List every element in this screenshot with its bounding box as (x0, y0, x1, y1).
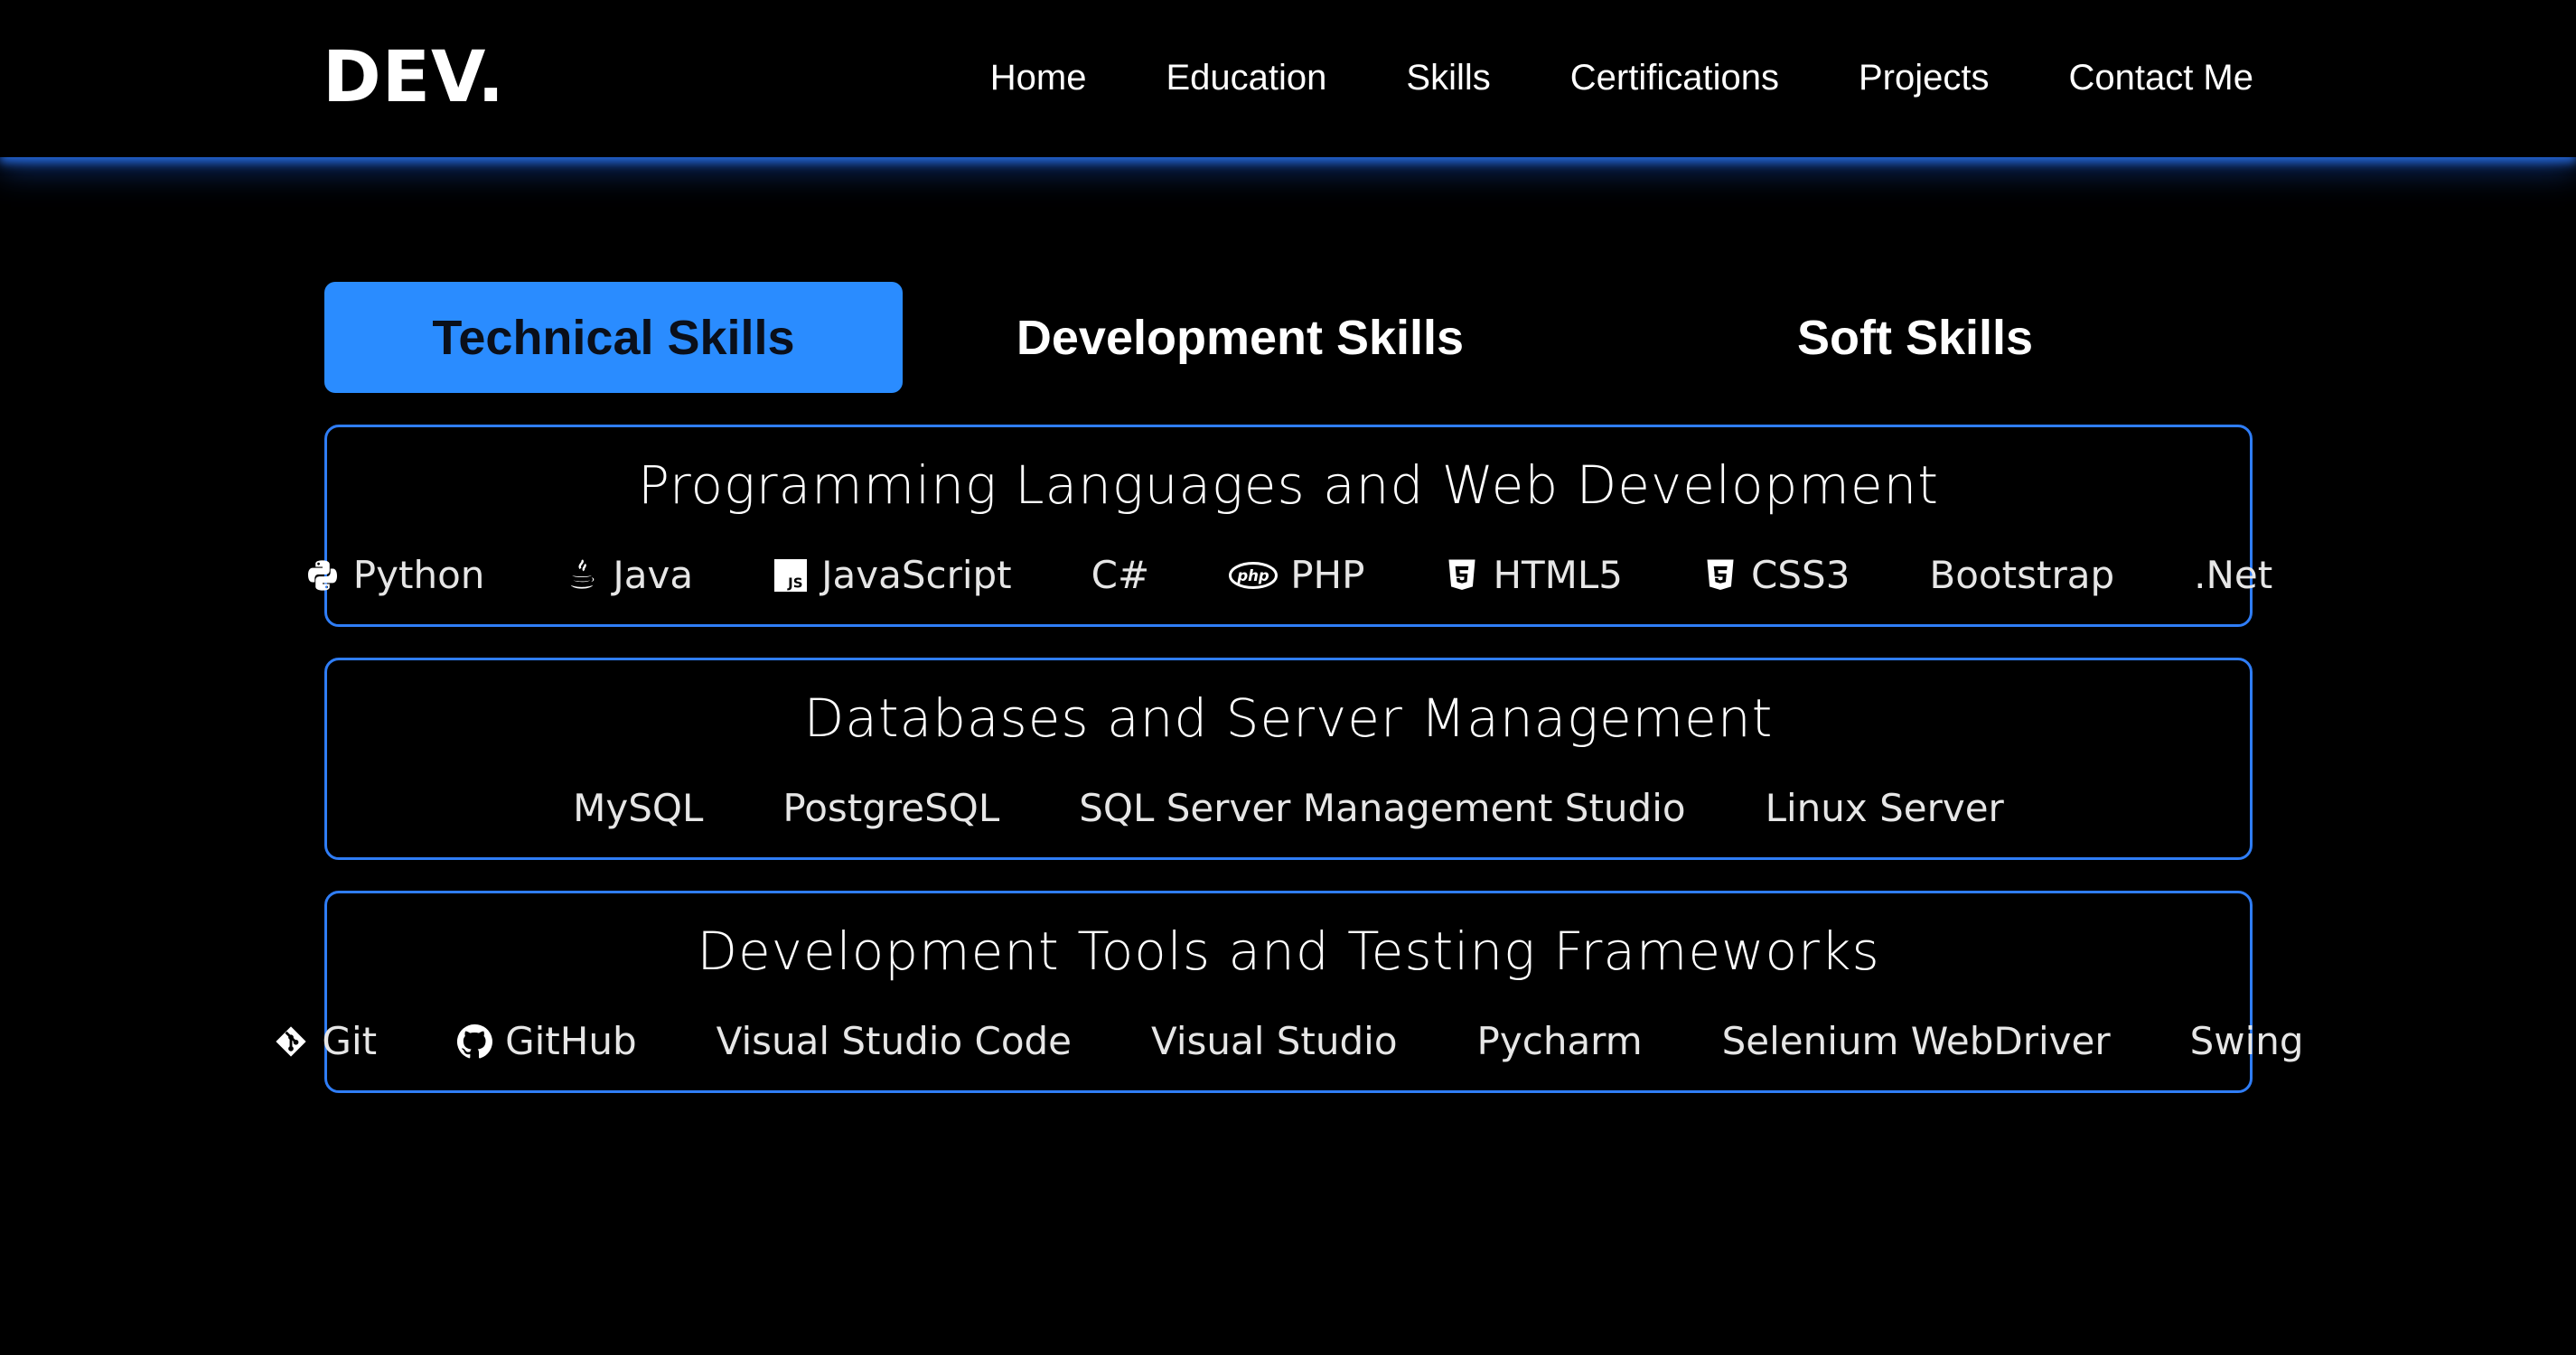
card-title: Databases and Server Management (803, 687, 1774, 749)
tab-development-skills[interactable]: Development Skills (903, 282, 1578, 393)
nav-certifications[interactable]: Certifications (1570, 52, 1779, 103)
skill-item: Git (273, 1016, 377, 1067)
skill-item: GitHub (456, 1016, 637, 1067)
skill-label: Visual Studio Code (716, 1019, 1073, 1063)
php-icon: php (1229, 557, 1279, 593)
skill-item: C# (1091, 550, 1150, 601)
nav-contact-me[interactable]: Contact Me (2068, 52, 2253, 103)
nav-home[interactable]: Home (990, 52, 1087, 103)
skill-label: Bootstrap (1929, 553, 2115, 597)
skill-label: CSS3 (1751, 553, 1850, 597)
skill-item: CSS3 (1702, 550, 1850, 601)
git-icon (273, 1023, 309, 1060)
skills-list: Python Java JS JavaScript C# php PHP HTM… (307, 550, 2272, 601)
skill-item: MySQL (573, 783, 703, 834)
card-title: Programming Languages and Web Developmen… (637, 454, 1940, 516)
skill-item: Pycharm (1477, 1016, 1643, 1067)
skills-card-dev-tools: Development Tools and Testing Frameworks… (276, 891, 2304, 1093)
skill-label: Swing (2189, 1019, 2304, 1063)
skill-item: .Net (2194, 550, 2272, 601)
nav-education[interactable]: Education (1166, 52, 1327, 103)
tab-soft-skills[interactable]: Soft Skills (1578, 282, 2253, 393)
skill-item: Python (304, 550, 485, 601)
skill-label: GitHub (505, 1019, 637, 1063)
skill-item: Selenium WebDriver (1722, 1016, 2111, 1067)
logo[interactable]: DEV. (323, 33, 505, 123)
card-title: Development Tools and Testing Frameworks (697, 920, 1880, 982)
skills-card-programming: Programming Languages and Web Developmen… (307, 425, 2272, 627)
skill-label: MySQL (573, 786, 704, 830)
skill-item: Java (564, 550, 693, 601)
skill-label: JavaScript (821, 553, 1012, 597)
skill-label: HTML5 (1493, 553, 1624, 597)
skill-item: SQL Server Management Studio (1079, 783, 1685, 834)
skill-label: Selenium WebDriver (1721, 1019, 2111, 1063)
skill-label: SQL Server Management Studio (1079, 786, 1686, 830)
skill-item: PostgreSQL (782, 783, 999, 834)
java-icon (564, 557, 600, 593)
tab-technical-skills[interactable]: Technical Skills (324, 282, 903, 393)
github-icon (456, 1023, 493, 1060)
skill-item: JS JavaScript (773, 550, 1012, 601)
nav-projects[interactable]: Projects (1859, 52, 1990, 103)
skill-item: Visual Studio (1151, 1016, 1398, 1067)
skill-item: Bootstrap (1929, 550, 2114, 601)
skills-list: MySQL PostgreSQL SQL Server Management S… (327, 783, 2250, 834)
skill-item: php PHP (1229, 550, 1364, 601)
skill-label: Visual Studio (1151, 1019, 1398, 1063)
skill-label: .Net (2194, 553, 2273, 597)
nav-bar: Home Education Skills Certifications Pro… (990, 52, 2253, 103)
html5-icon (1444, 557, 1480, 593)
skill-label: PostgreSQL (782, 786, 1000, 830)
skill-item: HTML5 (1444, 550, 1623, 601)
nav-skills[interactable]: Skills (1406, 52, 1490, 103)
skills-card-databases: Databases and Server Management MySQL Po… (324, 658, 2253, 860)
skill-item: Linux Server (1766, 783, 2004, 834)
skills-tabs: Technical Skills Development Skills Soft… (324, 282, 2253, 393)
skill-item: Visual Studio Code (717, 1016, 1072, 1067)
javascript-icon: JS (773, 557, 809, 593)
svg-text:php: php (1237, 567, 1270, 584)
svg-text:JS: JS (787, 575, 802, 592)
skill-label: Git (322, 1019, 378, 1063)
css3-icon (1702, 557, 1738, 593)
skill-label: Pycharm (1476, 1019, 1643, 1063)
skill-label: Java (613, 553, 694, 597)
skill-label: PHP (1290, 553, 1365, 597)
skills-list: Git GitHub Visual Studio Code Visual Stu… (276, 1016, 2304, 1067)
skill-label: C# (1091, 553, 1150, 597)
skill-item: Swing (2190, 1016, 2304, 1067)
python-icon (304, 557, 341, 593)
header: DEV. Home Education Skills Certification… (0, 0, 2576, 157)
skill-label: Python (352, 553, 485, 597)
skill-label: Linux Server (1765, 786, 2004, 830)
